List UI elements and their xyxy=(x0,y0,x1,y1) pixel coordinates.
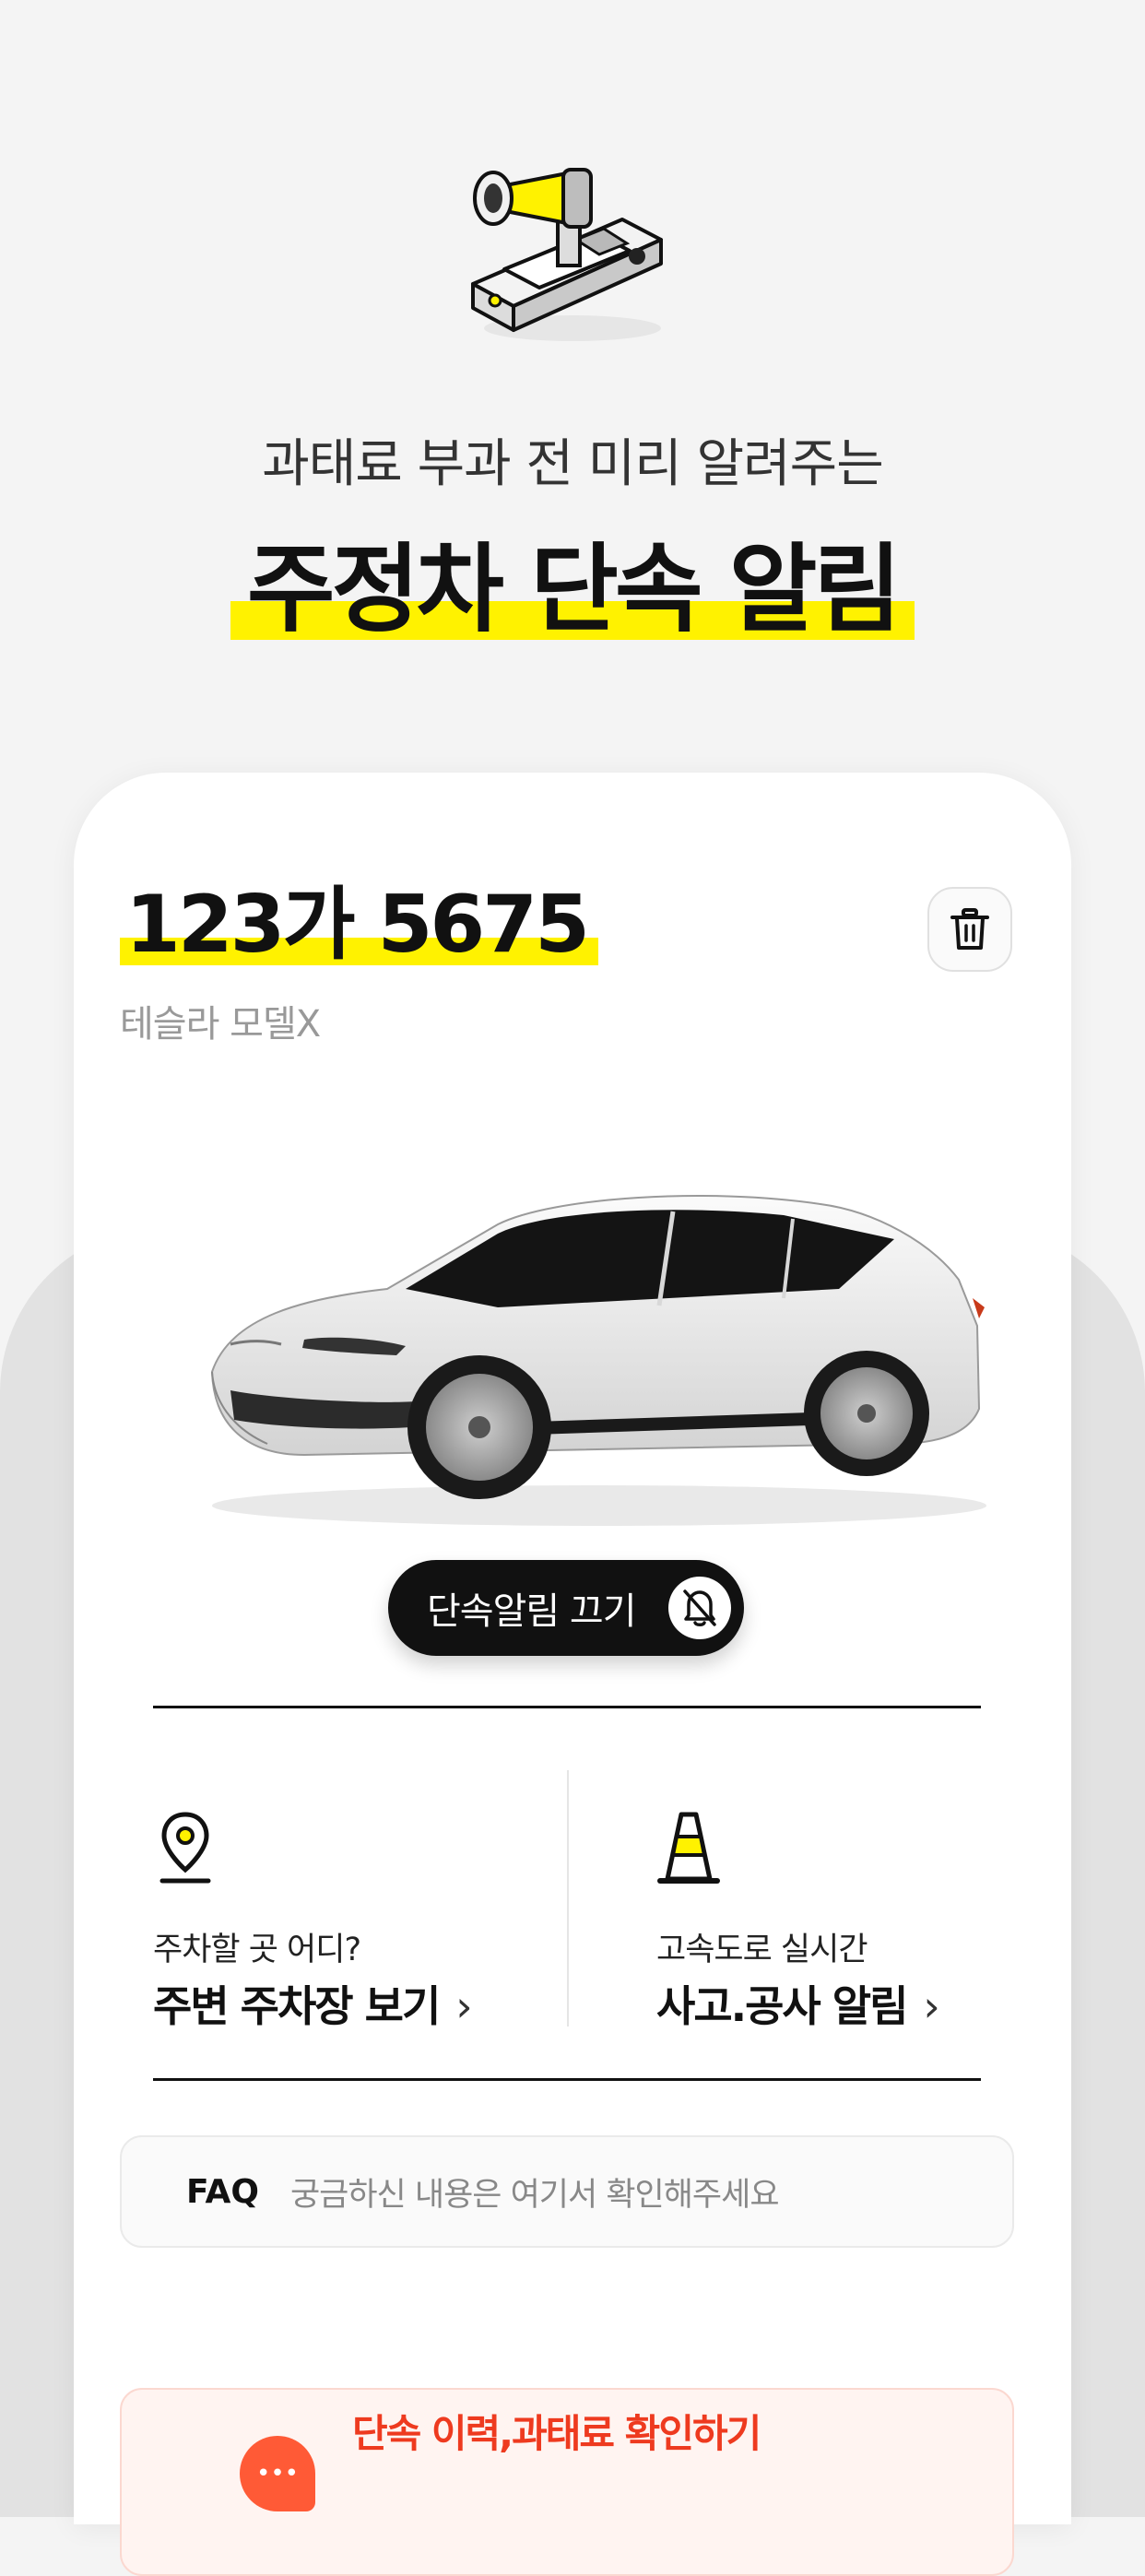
hero-subtitle: 과태료 부과 전 미리 알려주는 xyxy=(262,434,883,494)
faq-banner[interactable]: FAQ 궁금하신 내용은 여기서 확인해주세요 xyxy=(120,2135,1014,2248)
nearby-parking-sub: 주차할 곳 어디? xyxy=(153,1932,361,1968)
plate-block: 123가 5675 xyxy=(120,881,598,969)
trash-icon xyxy=(950,908,989,950)
highway-alert-sub: 고속도로 실시간 xyxy=(656,1932,868,1968)
vehicle-model: 테슬라 모델X xyxy=(120,1003,321,1046)
quick-divider xyxy=(567,1770,569,2027)
speech-bubble-icon: ••• xyxy=(240,2436,315,2511)
nearby-parking-link[interactable]: 주차할 곳 어디? 주변 주차장 보기 › xyxy=(153,1768,540,2031)
delete-vehicle-button[interactable] xyxy=(927,887,1012,972)
vehicle-card: 123가 5675 테슬라 모델X 단속알림 끄기 주차할 곳 어디? 주변 주… xyxy=(74,773,1071,2576)
divider-bottom xyxy=(153,2078,981,2081)
highway-alert-title: 사고.공사 알림 xyxy=(656,1981,908,2031)
bell-off-icon xyxy=(668,1577,731,1639)
history-banner[interactable]: ••• 단속 이력,과태료 확인하기 xyxy=(120,2388,1014,2576)
chevron-right-icon: › xyxy=(923,1981,939,2031)
traffic-cone-icon xyxy=(657,1812,720,1884)
faq-tag: FAQ xyxy=(186,2172,259,2211)
hero-title: 주정차 단속 알림 xyxy=(246,533,902,645)
hero-title-block: 주정차 단속 알림 xyxy=(230,533,915,645)
alert-off-label: 단속알림 끄기 xyxy=(427,1590,637,1633)
vehicle-image xyxy=(210,1195,986,1526)
highway-alert-link[interactable]: 고속도로 실시간 사고.공사 알림 › xyxy=(656,1768,1044,2031)
megaphone-car-icon xyxy=(471,168,663,341)
chevron-right-icon: › xyxy=(455,1981,472,2031)
faq-text: 궁금하신 내용은 여기서 확인해주세요 xyxy=(289,2176,780,2214)
plate-number: 123가 5675 xyxy=(125,879,590,971)
history-title: 단속 이력,과태료 확인하기 xyxy=(352,2411,761,2456)
location-pin-icon xyxy=(159,1812,211,1884)
alert-off-button[interactable]: 단속알림 끄기 xyxy=(388,1560,744,1656)
nearby-parking-title: 주변 주차장 보기 xyxy=(153,1981,441,2031)
divider-top xyxy=(153,1706,981,1708)
